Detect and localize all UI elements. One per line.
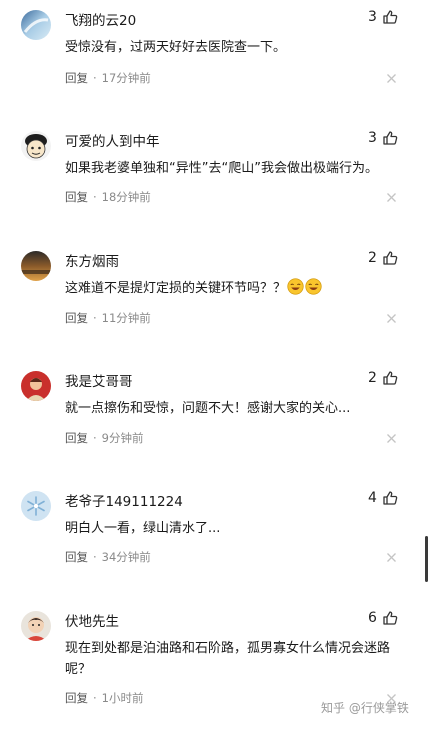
comment-text: 明白人一看，绿山清水了... bbox=[65, 521, 221, 536]
comment-meta: 回复 · 11分钟前 bbox=[65, 310, 151, 326]
watermark-text: 知乎 @行侠掌铁 bbox=[321, 701, 409, 715]
username[interactable]: 我是艾哥哥 bbox=[65, 370, 133, 390]
like-button[interactable]: 6 bbox=[360, 609, 400, 629]
close-icon[interactable] bbox=[386, 433, 397, 444]
reply-button[interactable]: 回复 bbox=[65, 691, 88, 705]
separator-dot: · bbox=[93, 190, 97, 204]
scrollbar[interactable] bbox=[425, 536, 428, 582]
timestamp: 11分钟前 bbox=[101, 311, 151, 325]
thumbs-up-icon bbox=[383, 251, 398, 265]
reply-button[interactable]: 回复 bbox=[65, 311, 88, 325]
comment-meta: 回复 · 18分钟前 bbox=[65, 189, 151, 205]
separator-dot: · bbox=[93, 691, 97, 705]
like-count: 2 bbox=[368, 370, 377, 386]
separator-dot: · bbox=[93, 431, 97, 445]
laughing-emoji-icon bbox=[305, 278, 322, 295]
timestamp: 1小时前 bbox=[101, 691, 144, 705]
like-count: 4 bbox=[368, 490, 377, 506]
comment-meta: 回复 · 17分钟前 bbox=[65, 70, 151, 86]
thumbs-up-icon bbox=[383, 131, 398, 145]
reply-button[interactable]: 回复 bbox=[65, 550, 88, 564]
thumbs-up-icon bbox=[383, 10, 398, 24]
like-button[interactable]: 2 bbox=[360, 369, 400, 389]
avatar[interactable] bbox=[21, 611, 51, 641]
comment-text: 现在到处都是泊油路和石阶路，孤男寡女什么情况会迷路呢？ bbox=[65, 641, 391, 677]
avatar[interactable] bbox=[21, 131, 51, 161]
separator-dot: · bbox=[93, 550, 97, 564]
comment-meta: 回复 · 9分钟前 bbox=[65, 430, 143, 446]
comment-text: 受惊没有，过两天好好去医院查一下。 bbox=[65, 40, 287, 55]
close-icon[interactable] bbox=[386, 73, 397, 84]
thumbs-up-icon bbox=[383, 371, 398, 385]
like-button[interactable]: 3 bbox=[360, 129, 400, 149]
comment-text: 这难道不是提灯定损的关键环节吗？？ bbox=[65, 278, 395, 299]
comment-item: 老爷子149111224 4 明白人一看，绿山清水了... 回复 · 34分钟前 bbox=[0, 481, 429, 601]
timestamp: 17分钟前 bbox=[101, 71, 151, 85]
comment-item: 我是艾哥哥 2 就一点擦伤和受惊，问题不大！感谢大家的关心... 回复 · 9分钟前 bbox=[0, 361, 429, 481]
separator-dot: · bbox=[93, 71, 97, 85]
comment-text: 如果我老婆单独和“异性”去“爬山”我会做出极端行为。 bbox=[65, 161, 378, 176]
avatar[interactable] bbox=[21, 371, 51, 401]
timestamp: 18分钟前 bbox=[101, 190, 151, 204]
laughing-emoji-icon bbox=[287, 278, 304, 295]
like-count: 3 bbox=[368, 9, 377, 25]
comment-item: 飞翔的云20 3 受惊没有，过两天好好去医院查一下。 回复 · 17分钟前 bbox=[0, 0, 429, 120]
reply-button[interactable]: 回复 bbox=[65, 190, 88, 204]
close-icon[interactable] bbox=[386, 552, 397, 563]
like-count: 3 bbox=[368, 130, 377, 146]
reply-button[interactable]: 回复 bbox=[65, 431, 88, 445]
comment-text: 就一点擦伤和受惊，问题不大！感谢大家的关心... bbox=[65, 401, 351, 416]
avatar[interactable] bbox=[21, 491, 51, 521]
username[interactable]: 东方烟雨 bbox=[65, 250, 119, 270]
comment-item: 可爱的人到中年 3 如果我老婆单独和“异性”去“爬山”我会做出极端行为。 回复 ·… bbox=[0, 121, 429, 241]
timestamp: 9分钟前 bbox=[101, 431, 144, 445]
like-button[interactable]: 2 bbox=[360, 249, 400, 269]
separator-dot: · bbox=[93, 311, 97, 325]
comment-item: 东方烟雨 2 这难道不是提灯定损的关键环节吗？？ 回复 · 11分钟前 bbox=[0, 241, 429, 361]
username[interactable]: 老爷子149111224 bbox=[65, 490, 183, 510]
avatar[interactable] bbox=[21, 10, 51, 40]
close-icon[interactable] bbox=[386, 313, 397, 324]
username[interactable]: 飞翔的云20 bbox=[65, 9, 136, 29]
like-count: 6 bbox=[368, 610, 377, 626]
thumbs-up-icon bbox=[383, 491, 398, 505]
comment-text-content: 这难道不是提灯定损的关键环节吗？？ bbox=[65, 281, 287, 296]
reply-button[interactable]: 回复 bbox=[65, 71, 88, 85]
avatar[interactable] bbox=[21, 251, 51, 281]
comment-meta: 回复 · 34分钟前 bbox=[65, 549, 151, 565]
thumbs-up-icon bbox=[383, 611, 398, 625]
timestamp: 34分钟前 bbox=[101, 550, 151, 564]
username[interactable]: 可爱的人到中年 bbox=[65, 130, 160, 150]
username[interactable]: 伏地先生 bbox=[65, 610, 119, 630]
close-icon[interactable] bbox=[386, 192, 397, 203]
comment-meta: 回复 · 1小时前 bbox=[65, 690, 143, 706]
like-count: 2 bbox=[368, 250, 377, 266]
like-button[interactable]: 3 bbox=[360, 8, 400, 28]
like-button[interactable]: 4 bbox=[360, 489, 400, 509]
